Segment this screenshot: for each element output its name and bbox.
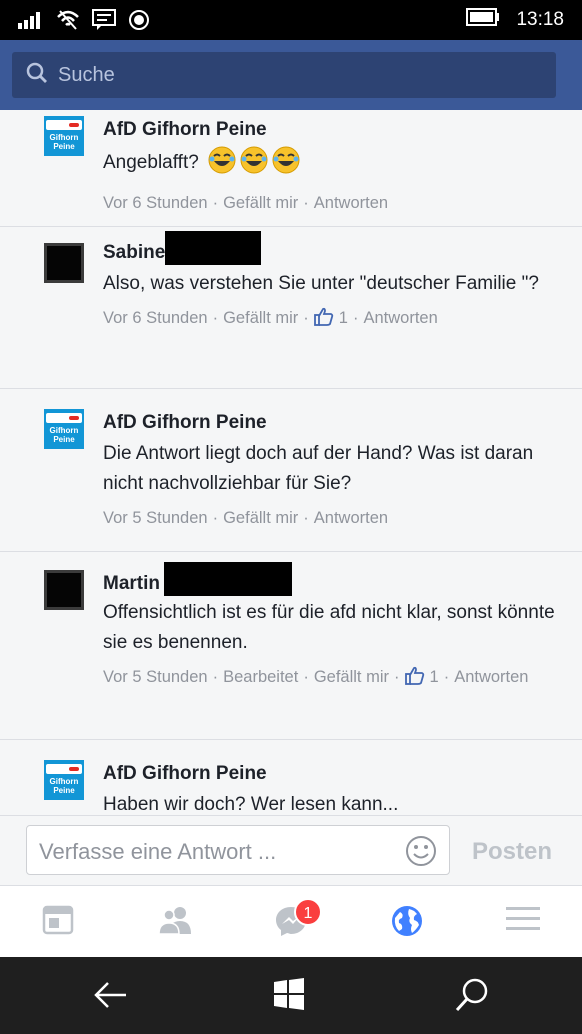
comment-time: Vor 5 Stunden [103, 668, 208, 687]
comment: Gifhorn Peine AfD Gifhorn Peine Angeblaf… [0, 110, 582, 227]
afd-logo: Gifhorn Peine [44, 760, 84, 800]
like-count: 1 [338, 309, 348, 328]
comment-text-row: Angeblafft? [103, 146, 566, 184]
laughing-emoji [272, 146, 300, 184]
post-button[interactable]: Posten [472, 838, 552, 866]
comment-time: Vor 6 Stunden [103, 194, 208, 212]
comment-meta: Vor 5 Stunden · Bearbeitet · Gefällt mir · 1 · A… [103, 664, 566, 693]
laughing-emoji [240, 146, 268, 184]
app-header: Suche [0, 40, 582, 110]
thumbs-up-icon [404, 666, 425, 693]
comment-text: Haben wir doch? Wer lesen kann... [103, 794, 399, 815]
comment-author[interactable]: Sabine [103, 242, 165, 263]
comment-author-row: Martin [103, 562, 566, 596]
record-icon [128, 9, 150, 36]
comment-time: Vor 5 Stunden [103, 509, 208, 527]
comment-time: Vor 6 Stunden [103, 309, 208, 328]
comment-meta: Vor 5 Stunden · Gefällt mir · Antworten [103, 509, 389, 527]
back-icon[interactable] [92, 977, 128, 1018]
messenger-badge: 1 [294, 898, 322, 926]
messenger-icon[interactable]: 1 [274, 898, 322, 943]
like-count: 1 [429, 668, 439, 687]
avatar[interactable]: Gifhorn Peine [44, 760, 84, 800]
battery-icon [466, 8, 500, 31]
laughing-emoji [208, 146, 236, 184]
comment-author[interactable]: AfD Gifhorn Peine [103, 411, 566, 435]
reply-link[interactable]: Antworten [363, 309, 437, 327]
friends-icon[interactable] [156, 904, 194, 941]
afd-logo: Gifhorn Peine [44, 409, 84, 449]
search-icon [26, 62, 48, 89]
comment-meta: Vor 6 Stunden · Gefällt mir · 1 · Antworten [103, 305, 566, 334]
avatar[interactable]: Gifhorn Peine [44, 116, 84, 156]
news-feed-icon[interactable] [42, 904, 74, 941]
comment-author-row: Sabine [103, 231, 566, 265]
avatar[interactable]: Gifhorn Peine [44, 409, 84, 449]
like-link[interactable]: Gefällt mir [223, 309, 298, 327]
comment-text: Angeblafft? [103, 152, 199, 173]
reply-composer: Verfasse eine Antwort ... Posten [0, 815, 582, 885]
reply-link[interactable]: Antworten [454, 668, 528, 686]
reply-link[interactable]: Antworten [314, 194, 388, 212]
thumbs-up-icon [313, 307, 334, 334]
notifications-globe-icon[interactable] [390, 904, 424, 943]
comment-text: Also, was verstehen Sie unter "deutscher… [103, 273, 539, 295]
reply-link[interactable]: Antworten [314, 509, 388, 527]
like-link[interactable]: Gefällt mir [223, 509, 298, 527]
status-bar: 13:18 [0, 0, 582, 40]
reply-placeholder: Verfasse eine Antwort ... [39, 839, 277, 864]
edited-label[interactable]: Bearbeitet [223, 668, 298, 686]
like-link[interactable]: Gefällt mir [223, 194, 298, 212]
afd-logo: Gifhorn Peine [44, 116, 84, 156]
redaction-bar [165, 231, 262, 265]
signal-icon [18, 11, 44, 34]
comment: Gifhorn Peine AfD Gifhorn Peine Die Antw… [0, 389, 582, 552]
comment: Gifhorn Peine AfD Gifhorn Peine Haben wi… [0, 740, 582, 815]
comment: Martin Offensichtlich ist es für die afd… [0, 552, 582, 740]
bottom-nav: 1 [0, 885, 582, 957]
comment-author[interactable]: AfD Gifhorn Peine [103, 762, 566, 786]
comment-author[interactable]: AfD Gifhorn Peine [103, 118, 566, 142]
comment-text: Die Antwort liegt doch auf der Hand? Was… [103, 443, 534, 494]
profile-picture [44, 570, 84, 610]
search-icon[interactable] [454, 977, 490, 1018]
comment-list[interactable]: Gifhorn Peine AfD Gifhorn Peine Angeblaf… [0, 110, 582, 815]
comment-meta: Vor 6 Stunden · Gefällt mir · Antworten [103, 194, 389, 212]
clock: 13:18 [516, 8, 564, 30]
search-placeholder: Suche [58, 63, 115, 86]
like-link[interactable]: Gefällt mir [314, 668, 389, 686]
avatar[interactable] [44, 243, 84, 283]
redaction-bar [164, 562, 292, 596]
windows-start-icon[interactable] [272, 977, 306, 1016]
menu-icon[interactable] [506, 904, 540, 939]
avatar[interactable] [44, 570, 84, 610]
profile-picture [44, 243, 84, 283]
comment: Sabine Also, was verstehen Sie unter "de… [0, 227, 582, 389]
system-nav-bar [0, 957, 582, 1034]
emoji-picker-icon[interactable] [405, 835, 437, 872]
search-input[interactable]: Suche [12, 52, 556, 98]
message-icon [92, 9, 116, 36]
reply-input[interactable]: Verfasse eine Antwort ... [26, 825, 450, 875]
wifi-icon [56, 9, 80, 36]
comment-author[interactable]: Martin [103, 573, 160, 594]
comment-text: Offensichtlich ist es für die afd nicht … [103, 602, 555, 654]
